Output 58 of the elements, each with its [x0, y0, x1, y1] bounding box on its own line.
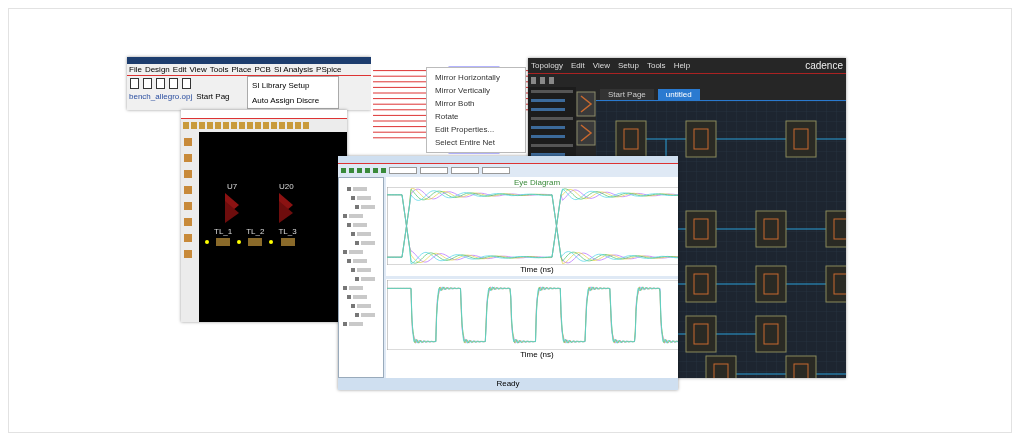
toolbar-icon[interactable] [143, 78, 152, 89]
menu-item[interactable]: PSpice [316, 65, 342, 74]
explorer-item[interactable] [531, 108, 565, 111]
start-page-tab[interactable]: Start Pag [196, 92, 230, 101]
menu-item[interactable]: Tools [646, 61, 666, 70]
menu-item[interactable]: Mirror Vertically [435, 86, 517, 95]
menu-item[interactable]: Edit [571, 61, 585, 70]
dropdown-field[interactable] [482, 167, 510, 174]
explorer-item[interactable] [531, 126, 565, 129]
tab[interactable]: untitled [657, 89, 700, 100]
part-label: U7 [226, 182, 238, 191]
menu-item[interactable]: Select Entire Net [435, 138, 517, 147]
menu-item[interactable]: View [592, 61, 611, 70]
menu-item[interactable]: Mirror Horizontally [435, 73, 517, 82]
menu-item[interactable]: PCB [254, 65, 271, 74]
driver-icon[interactable] [576, 120, 596, 146]
toolbar-icon[interactable] [156, 78, 165, 89]
driver-icon[interactable] [576, 91, 596, 117]
menu-item[interactable]: Design [144, 65, 170, 74]
menu-item[interactable]: Setup [618, 61, 639, 70]
driver-icon [225, 193, 239, 223]
line-label: TL_3 [278, 227, 297, 236]
explorer-item[interactable] [531, 135, 565, 138]
menu-item[interactable]: SI Library Setup [252, 81, 334, 91]
menu-item[interactable]: Edit Properties... [435, 125, 517, 134]
toolbar-icon[interactable] [169, 78, 178, 89]
menu-item[interactable]: Mirror Both [435, 99, 517, 108]
menu-item[interactable]: Auto Assign Discre [252, 96, 334, 106]
dropdown-field[interactable] [451, 167, 479, 174]
dropdown-field[interactable] [420, 167, 448, 174]
line-label: TL_1 [214, 227, 233, 236]
menu-item[interactable]: Edit [172, 65, 187, 74]
menu-item[interactable]: Place [231, 65, 252, 74]
menu-item[interactable]: Topology [531, 61, 564, 70]
part-label: U20 [279, 182, 294, 191]
line-label: TL_2 [246, 227, 265, 236]
project-tab[interactable]: bench_allegro.opj [129, 92, 193, 101]
chart-title: Eye Diagram [513, 178, 561, 187]
node-dot [205, 240, 209, 244]
menu-item[interactable]: View [189, 65, 207, 74]
menu-item[interactable]: Tools [209, 65, 229, 74]
node-dot [237, 240, 242, 244]
brand-logo: cadence [805, 60, 843, 71]
node-dot [269, 240, 274, 244]
explorer-item[interactable] [531, 153, 565, 156]
toolbar-icon[interactable] [182, 78, 191, 89]
dropdown-field[interactable] [389, 167, 417, 174]
axis-label: Time (ns) [520, 350, 554, 360]
menu-item[interactable]: SI Analysis [273, 65, 314, 74]
menu-item[interactable]: Rotate [435, 112, 517, 121]
explorer-item[interactable] [531, 99, 565, 102]
axis-label: Time (ns) [520, 265, 554, 275]
toolbar-icon[interactable] [130, 78, 139, 89]
tab[interactable]: Start Page [600, 89, 654, 100]
menu-item[interactable]: Help [673, 61, 691, 70]
menu-item[interactable]: File [129, 65, 142, 74]
driver-icon [279, 193, 294, 223]
status-text: Ready [496, 379, 520, 389]
